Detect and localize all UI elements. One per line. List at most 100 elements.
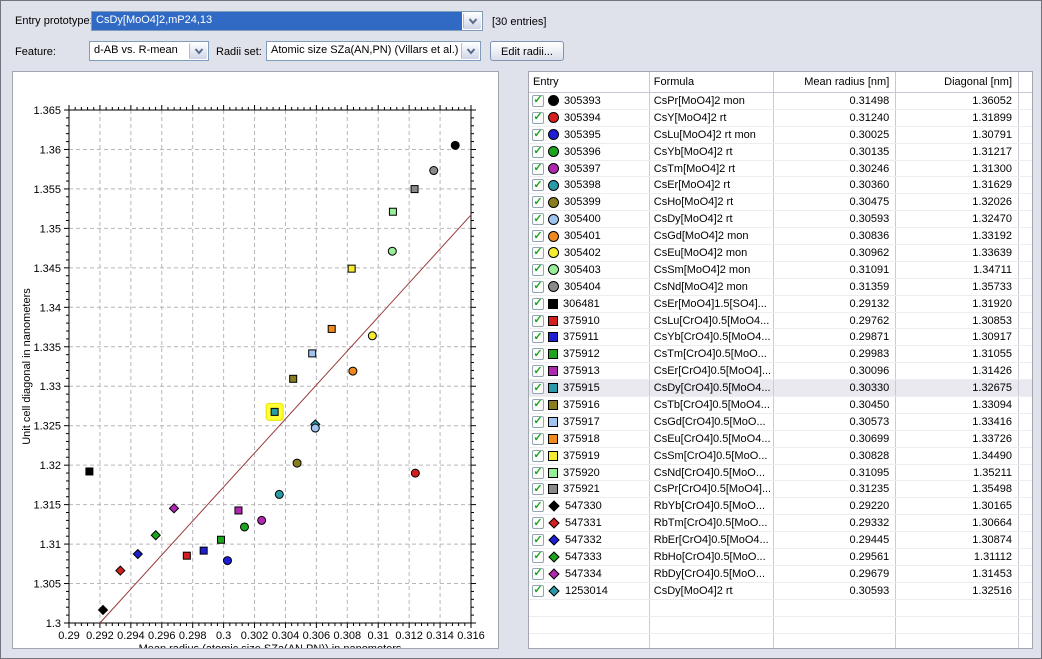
data-point[interactable]	[368, 332, 376, 340]
data-point[interactable]	[348, 265, 355, 272]
row-checkbox[interactable]: ✓	[532, 146, 544, 158]
data-point[interactable]	[309, 350, 316, 357]
row-checkbox[interactable]: ✓	[532, 416, 544, 428]
table-row[interactable]: ✓1253014CsDy[MoO4]2 rt0.305931.32516	[529, 583, 1032, 600]
table-row[interactable]: ✓375912CsTm[CrO4]0.5[MoO...0.299831.3105…	[529, 346, 1032, 363]
row-checkbox[interactable]: ✓	[532, 281, 544, 293]
table-row[interactable]: ✓375915CsDy[CrO4]0.5[MoO4...0.303301.326…	[529, 380, 1032, 397]
column-header-mean-radius[interactable]: Mean radius [nm]	[774, 72, 897, 92]
data-point[interactable]	[183, 552, 190, 559]
row-checkbox[interactable]: ✓	[532, 382, 544, 394]
row-checkbox[interactable]: ✓	[532, 112, 544, 124]
chevron-down-icon[interactable]	[461, 43, 479, 59]
table-row[interactable]: ✓305393CsPr[MoO4]2 mon0.314981.36052	[529, 93, 1032, 110]
column-header-formula[interactable]: Formula	[650, 72, 774, 92]
row-checkbox[interactable]: ✓	[532, 298, 544, 310]
table-row[interactable]: ✓375920CsNd[CrO4]0.5[MoO...0.310951.3521…	[529, 465, 1032, 482]
data-point[interactable]	[271, 408, 278, 415]
data-point[interactable]	[133, 550, 142, 559]
column-header-entry[interactable]: Entry	[529, 72, 650, 92]
row-checkbox[interactable]: ✓	[532, 213, 544, 225]
table-row[interactable]: ✓305403CsSm[MoO4]2 mon0.310911.34711	[529, 262, 1032, 279]
row-checkbox[interactable]: ✓	[532, 433, 544, 445]
table-row[interactable]: ✓375921CsPr[CrO4]0.5[MoO4]...0.312351.35…	[529, 481, 1032, 498]
table-row[interactable]: ✓305397CsTm[MoO4]2 rt0.302461.31300	[529, 161, 1032, 178]
table-row[interactable]: ✓305399CsHo[MoO4]2 rt0.304751.32026	[529, 194, 1032, 211]
data-point[interactable]	[290, 375, 297, 382]
chevron-down-icon[interactable]	[189, 43, 207, 59]
data-point[interactable]	[217, 536, 224, 543]
data-point[interactable]	[311, 424, 319, 432]
data-point[interactable]	[235, 507, 242, 514]
data-point[interactable]	[99, 605, 108, 614]
edit-radii-button[interactable]: Edit radii...	[490, 41, 564, 61]
data-point[interactable]	[349, 367, 357, 375]
row-checkbox[interactable]: ✓	[532, 331, 544, 343]
table-row[interactable]: ✓305400CsDy[MoO4]2 rt0.305931.32470	[529, 211, 1032, 228]
row-checkbox[interactable]: ✓	[532, 247, 544, 259]
table-row[interactable]: ✓375913CsEr[CrO4]0.5[MoO4]...0.300961.31…	[529, 363, 1032, 380]
table-row[interactable]: ✓547331RbTm[CrO4]0.5[MoO...0.293321.3066…	[529, 515, 1032, 532]
table-row[interactable]: ✓305396CsYb[MoO4]2 rt0.301351.31217	[529, 144, 1032, 161]
table-row[interactable]: ✓547334RbDy[CrO4]0.5[MoO...0.296791.3145…	[529, 566, 1032, 583]
table-row[interactable]: ✓305398CsEr[MoO4]2 rt0.303601.31629	[529, 177, 1032, 194]
row-checkbox[interactable]: ✓	[532, 196, 544, 208]
row-checkbox[interactable]: ✓	[532, 483, 544, 495]
table-row[interactable]: ✓375919CsSm[CrO4]0.5[MoO...0.308281.3449…	[529, 448, 1032, 465]
data-point[interactable]	[430, 167, 438, 175]
data-point[interactable]	[116, 566, 125, 575]
table-row[interactable]: ✓547332RbEr[CrO4]0.5[MoO4...0.294451.308…	[529, 532, 1032, 549]
table-row[interactable]: ✓306481CsEr[MoO4]1.5[SO4]...0.291321.319…	[529, 296, 1032, 313]
data-point[interactable]	[240, 523, 248, 531]
row-checkbox[interactable]: ✓	[532, 551, 544, 563]
table-row[interactable]: ✓375917CsGd[CrO4]0.5[MoO...0.305731.3341…	[529, 414, 1032, 431]
table-row[interactable]: ✓305394CsY[MoO4]2 rt0.312401.31899	[529, 110, 1032, 127]
data-point[interactable]	[86, 468, 93, 475]
table-row[interactable]: ✓305395CsLu[MoO4]2 rt mon0.300251.30791	[529, 127, 1032, 144]
data-point[interactable]	[200, 547, 207, 554]
row-checkbox[interactable]: ✓	[532, 129, 544, 141]
entry-prototype-combobox[interactable]: CsDy[MoO4]2,mP24,13	[91, 11, 483, 31]
row-checkbox[interactable]: ✓	[532, 163, 544, 175]
data-point[interactable]	[389, 208, 396, 215]
row-checkbox[interactable]: ✓	[532, 315, 544, 327]
table-row[interactable]: ✓305401CsGd[MoO4]2 mon0.308361.33192	[529, 228, 1032, 245]
row-checkbox[interactable]: ✓	[532, 179, 544, 191]
table-row[interactable]: ✓375918CsEu[CrO4]0.5[MoO4...0.306991.337…	[529, 431, 1032, 448]
row-checkbox[interactable]: ✓	[532, 95, 544, 107]
row-checkbox[interactable]: ✓	[532, 585, 544, 597]
feature-combobox[interactable]: d-AB vs. R-mean	[89, 41, 209, 61]
row-checkbox[interactable]: ✓	[532, 534, 544, 546]
row-checkbox[interactable]: ✓	[532, 230, 544, 242]
table-row[interactable]: ✓305404CsNd[MoO4]2 mon0.313591.35733	[529, 279, 1032, 296]
row-checkbox[interactable]: ✓	[532, 264, 544, 276]
data-point[interactable]	[275, 490, 283, 498]
row-checkbox[interactable]: ✓	[532, 365, 544, 377]
table-row[interactable]: ✓375910CsLu[CrO4]0.5[MoO4...0.297621.308…	[529, 313, 1032, 330]
radii-set-combobox[interactable]: Atomic size SZa(AN,PN) (Villars et al.)	[266, 41, 481, 61]
data-point[interactable]	[258, 516, 266, 524]
data-point[interactable]	[328, 325, 335, 332]
table-row[interactable]: ✓375916CsTb[CrO4]0.5[MoO4...0.304501.330…	[529, 397, 1032, 414]
data-point[interactable]	[223, 557, 231, 565]
row-checkbox[interactable]: ✓	[532, 568, 544, 580]
table-row[interactable]: ✓547330RbYb[CrO4]0.5[MoO...0.292201.3016…	[529, 498, 1032, 515]
data-point[interactable]	[411, 469, 419, 477]
scatter-plot[interactable]: 0.290.2920.2940.2960.2980.30.3020.3040.3…	[13, 72, 498, 648]
row-checkbox[interactable]: ✓	[532, 517, 544, 529]
table-row[interactable]: ✓375911CsYb[CrO4]0.5[MoO4...0.298711.309…	[529, 329, 1032, 346]
data-point[interactable]	[169, 504, 178, 513]
data-point[interactable]	[411, 186, 418, 193]
table-row[interactable]: ✓547333RbHo[CrO4]0.5[MoO...0.295611.3111…	[529, 549, 1032, 566]
column-header-diagonal[interactable]: Diagonal [nm]	[896, 72, 1019, 92]
data-point[interactable]	[293, 459, 301, 467]
row-checkbox[interactable]: ✓	[532, 500, 544, 512]
data-point[interactable]	[451, 141, 459, 149]
data-point[interactable]	[388, 247, 396, 255]
chevron-down-icon[interactable]	[463, 13, 481, 29]
row-checkbox[interactable]: ✓	[532, 450, 544, 462]
row-checkbox[interactable]: ✓	[532, 467, 544, 479]
table-row[interactable]: ✓305402CsEu[MoO4]2 mon0.309621.33639	[529, 245, 1032, 262]
row-checkbox[interactable]: ✓	[532, 399, 544, 411]
data-point[interactable]	[151, 531, 160, 540]
